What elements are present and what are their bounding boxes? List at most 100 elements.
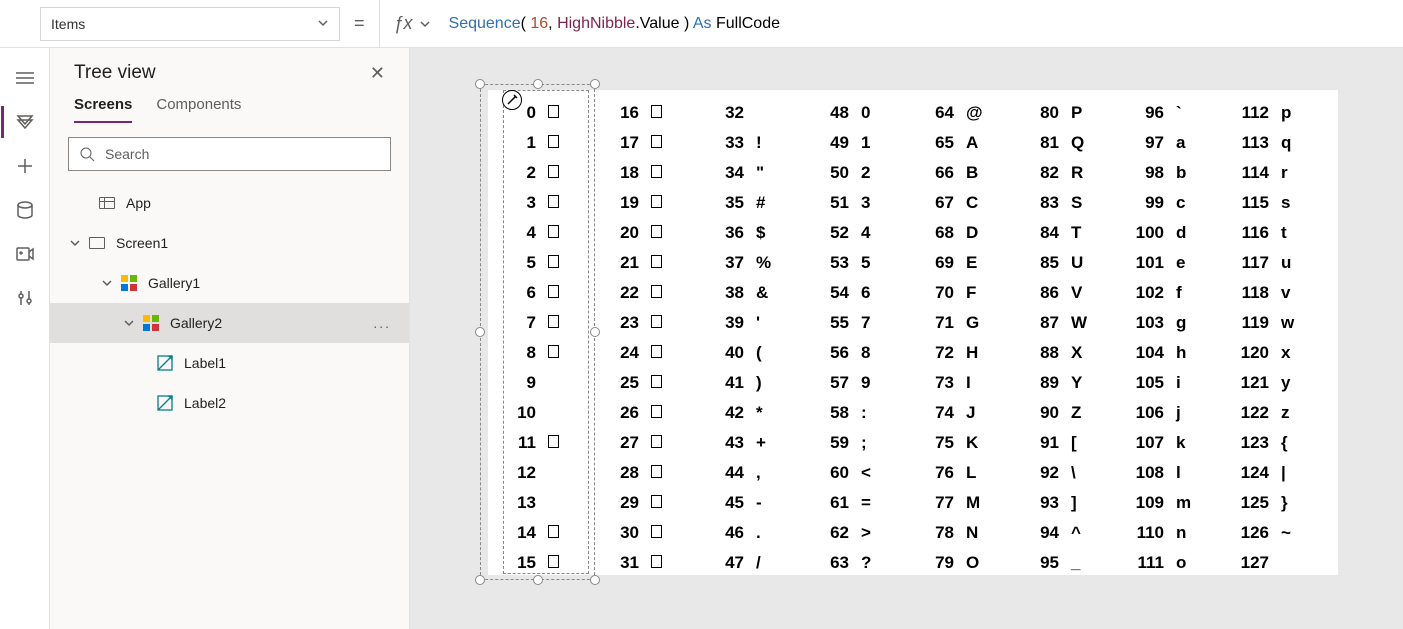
ascii-char: u [1275,253,1305,273]
ascii-char: V [1065,283,1095,303]
ascii-code: 99 [1128,193,1170,213]
label-icon [156,394,174,412]
ascii-code: 96 [1128,103,1170,123]
formula-input[interactable]: Sequence( 16, HighNibble.Value ) As Full… [439,15,1403,33]
ascii-code: 52 [813,223,855,243]
label-icon [156,354,174,372]
media-rail-button[interactable] [1,232,49,276]
resize-handle[interactable] [533,575,543,585]
template-edit-icon[interactable] [502,90,522,110]
artboard[interactable]: 0123456789101112131415161718192021222324… [488,90,1338,575]
ascii-char: & [750,283,780,303]
hamburger-button[interactable] [1,56,49,100]
ascii-code: 57 [813,373,855,393]
ascii-code: 95 [1023,553,1065,573]
ascii-code: 55 [813,313,855,333]
ascii-column: 64@65A66B67C68D69E70F71G72H73I74J75K76L7… [918,98,1023,575]
ascii-cell: 71G [918,308,1023,338]
tree-node-label1[interactable]: Label1 [50,343,409,383]
ascii-char: B [960,163,990,183]
more-icon[interactable]: ... [373,315,391,331]
ascii-char: b [1170,163,1200,183]
ascii-code: 94 [1023,523,1065,543]
ascii-char: " [750,163,780,183]
ascii-code: 119 [1233,313,1275,333]
ascii-code: 81 [1023,133,1065,153]
ascii-char: K [960,433,990,453]
resize-handle[interactable] [590,575,600,585]
ascii-code: 115 [1233,193,1275,213]
tree-node-gallery1[interactable]: Gallery1 [50,263,409,303]
property-selector[interactable]: Items [40,7,340,41]
ascii-column: 112p113q114r115s116t117u118v119w120x121y… [1233,98,1338,575]
gallery-selection[interactable] [480,84,595,580]
ascii-cell: 96` [1128,98,1233,128]
ascii-code: 63 [813,553,855,573]
ascii-cell: 23 [603,308,708,338]
tree-node-gallery2[interactable]: Gallery2 ... [50,303,409,343]
ascii-char: [ [1065,433,1095,453]
ascii-table: 0123456789101112131415161718192021222324… [500,98,1338,575]
tree-node-app[interactable]: App [50,183,409,223]
ascii-code: 29 [603,493,645,513]
ascii-code: 16 [603,103,645,123]
ascii-char: n [1170,523,1200,543]
tree-node-label2[interactable]: Label2 [50,383,409,423]
resize-handle[interactable] [590,327,600,337]
tree-view-title: Tree view [74,62,370,84]
ascii-cell: 41) [708,368,813,398]
ascii-char: l [1170,463,1200,483]
ascii-char: . [750,523,780,543]
ascii-code: 103 [1128,313,1170,333]
ascii-cell: 65A [918,128,1023,158]
ascii-cell: 80P [1023,98,1128,128]
search-placeholder: Search [105,146,149,162]
control-char-icon [651,375,662,388]
ascii-code: 75 [918,433,960,453]
tab-components[interactable]: Components [156,96,241,123]
ascii-cell: 83S [1023,188,1128,218]
tree-view-rail-button[interactable] [1,100,49,144]
ascii-char: q [1275,133,1305,153]
ascii-code: 76 [918,463,960,483]
ascii-char: y [1275,373,1305,393]
ascii-code: 60 [813,463,855,483]
canvas[interactable]: 0123456789101112131415161718192021222324… [410,48,1403,629]
ascii-code: 42 [708,403,750,423]
ascii-char: I [960,373,990,393]
fx-label[interactable]: ƒx [380,13,439,34]
ascii-cell: 33! [708,128,813,158]
search-input[interactable]: Search [68,137,391,171]
resize-handle[interactable] [475,79,485,89]
ascii-cell: 108l [1128,458,1233,488]
control-char-icon [651,345,662,358]
ascii-char [645,193,675,213]
ascii-cell: 64@ [918,98,1023,128]
ascii-cell: 95_ [1023,548,1128,578]
ascii-char: ( [750,343,780,363]
control-char-icon [651,525,662,538]
close-icon[interactable]: ✕ [370,63,385,84]
ascii-char: ) [750,373,780,393]
ascii-cell: 94^ [1023,518,1128,548]
control-char-icon [651,405,662,418]
data-rail-button[interactable] [1,188,49,232]
resize-handle[interactable] [475,327,485,337]
ascii-cell: 91[ [1023,428,1128,458]
resize-handle[interactable] [590,79,600,89]
tab-screens[interactable]: Screens [74,96,132,123]
ascii-cell: 115s [1233,188,1338,218]
ascii-cell: 79O [918,548,1023,578]
ascii-code: 22 [603,283,645,303]
ascii-char: d [1170,223,1200,243]
tree-list: App Screen1 Gallery1 Gallery2 ... [50,183,409,629]
insert-rail-button[interactable] [1,144,49,188]
ascii-cell: 125} [1233,488,1338,518]
resize-handle[interactable] [475,575,485,585]
ascii-code: 56 [813,343,855,363]
ascii-cell: 46. [708,518,813,548]
resize-handle[interactable] [533,79,543,89]
ascii-char: Q [1065,133,1095,153]
advanced-tools-rail-button[interactable] [1,276,49,320]
tree-node-screen1[interactable]: Screen1 [50,223,409,263]
